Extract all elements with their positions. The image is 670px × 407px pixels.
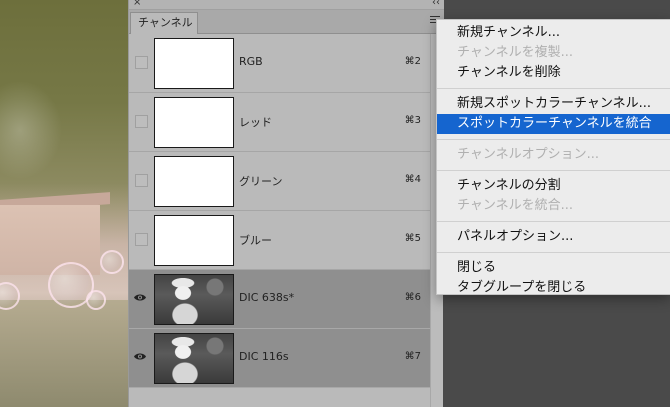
menu-separator: [437, 170, 670, 171]
channel-name: RGB: [239, 55, 263, 68]
channel-row-dic-116s[interactable]: DIC 116s ⌘7: [129, 329, 431, 388]
channel-row-red[interactable]: レッド ⌘3: [129, 93, 431, 152]
visibility-toggle[interactable]: [135, 115, 148, 128]
close-icon[interactable]: ×: [133, 0, 141, 8]
eye-icon: [134, 353, 146, 360]
panel-flyout-menu: 新規チャンネル... チャンネルを複製... チャンネルを削除 新規スポットカラ…: [436, 19, 670, 295]
channel-shortcut: ⌘7: [404, 351, 421, 362]
menu-separator: [437, 88, 670, 89]
channel-thumbnail: [154, 38, 234, 89]
channel-row-green[interactable]: グリーン ⌘4: [129, 152, 431, 211]
channel-row-blue[interactable]: ブルー ⌘5: [129, 211, 431, 270]
menu-item-new-spot-channel[interactable]: 新規スポットカラーチャンネル...: [437, 94, 670, 114]
channel-thumbnail: [154, 156, 234, 207]
channel-shortcut: ⌘2: [404, 56, 421, 67]
channel-name: グリーン: [239, 175, 283, 188]
menu-item-panel-options[interactable]: パネルオプション...: [437, 227, 670, 247]
channel-thumbnail: [154, 97, 234, 148]
menu-item-merge-spot-channel[interactable]: スポットカラーチャンネルを統合: [437, 114, 670, 134]
channel-thumbnail: [154, 215, 234, 266]
visibility-toggle[interactable]: [135, 174, 148, 187]
menu-item-delete-channel[interactable]: チャンネルを削除: [437, 63, 670, 83]
channel-shortcut: ⌘4: [404, 174, 421, 185]
tab-channels[interactable]: チャンネル: [130, 12, 198, 34]
visibility-toggle[interactable]: [134, 351, 148, 364]
collapse-icon[interactable]: ‹‹: [432, 0, 440, 8]
canvas-ground: [0, 300, 128, 407]
channel-shortcut: ⌘5: [404, 233, 421, 244]
menu-item-merge-channels: チャンネルを統合...: [457, 198, 574, 213]
visibility-toggle[interactable]: [135, 56, 148, 69]
channel-row-rgb[interactable]: RGB ⌘2: [129, 34, 431, 93]
bubble: [100, 250, 124, 274]
channel-name: レッド: [239, 116, 272, 129]
channel-name: DIC 638s*: [239, 291, 295, 304]
channel-row-dic-638s[interactable]: DIC 638s* ⌘6: [129, 270, 431, 329]
menu-item-channel-options: チャンネルオプション...: [457, 147, 600, 162]
visibility-toggle[interactable]: [135, 233, 148, 246]
channel-list: RGB ⌘2 レッド ⌘3 グリーン ⌘4 ブルー ⌘5 DIC 638s* ⌘…: [129, 34, 431, 388]
panel-tab-bar: チャンネル: [129, 10, 444, 34]
menu-item-close[interactable]: 閉じる: [437, 258, 670, 278]
menu-separator: [437, 139, 670, 140]
channel-thumbnail: [154, 333, 234, 384]
menu-item-new-channel[interactable]: 新規チャンネル...: [437, 23, 670, 43]
channel-shortcut: ⌘6: [404, 292, 421, 303]
menu-item-close-tab-group[interactable]: タブグループを閉じる: [437, 278, 670, 298]
channel-name: DIC 116s: [239, 350, 289, 363]
menu-separator: [437, 252, 670, 253]
menu-item-duplicate-channel: チャンネルを複製...: [457, 45, 574, 60]
canvas-wall: [0, 205, 100, 275]
eye-icon: [134, 294, 146, 301]
canvas-image: [0, 0, 128, 407]
channel-shortcut: ⌘3: [404, 115, 421, 126]
visibility-toggle[interactable]: [134, 292, 148, 305]
channels-panel: × ‹‹ チャンネル RGB ⌘2 レッド ⌘3 グリーン ⌘4 ブルー ⌘5 …: [128, 0, 444, 407]
menu-separator: [437, 221, 670, 222]
channel-thumbnail: [154, 274, 234, 325]
channel-name: ブルー: [239, 234, 272, 247]
menu-item-split-channels[interactable]: チャンネルの分割: [437, 176, 670, 196]
bubble: [86, 290, 106, 310]
panel-header-bar: × ‹‹: [129, 0, 444, 10]
